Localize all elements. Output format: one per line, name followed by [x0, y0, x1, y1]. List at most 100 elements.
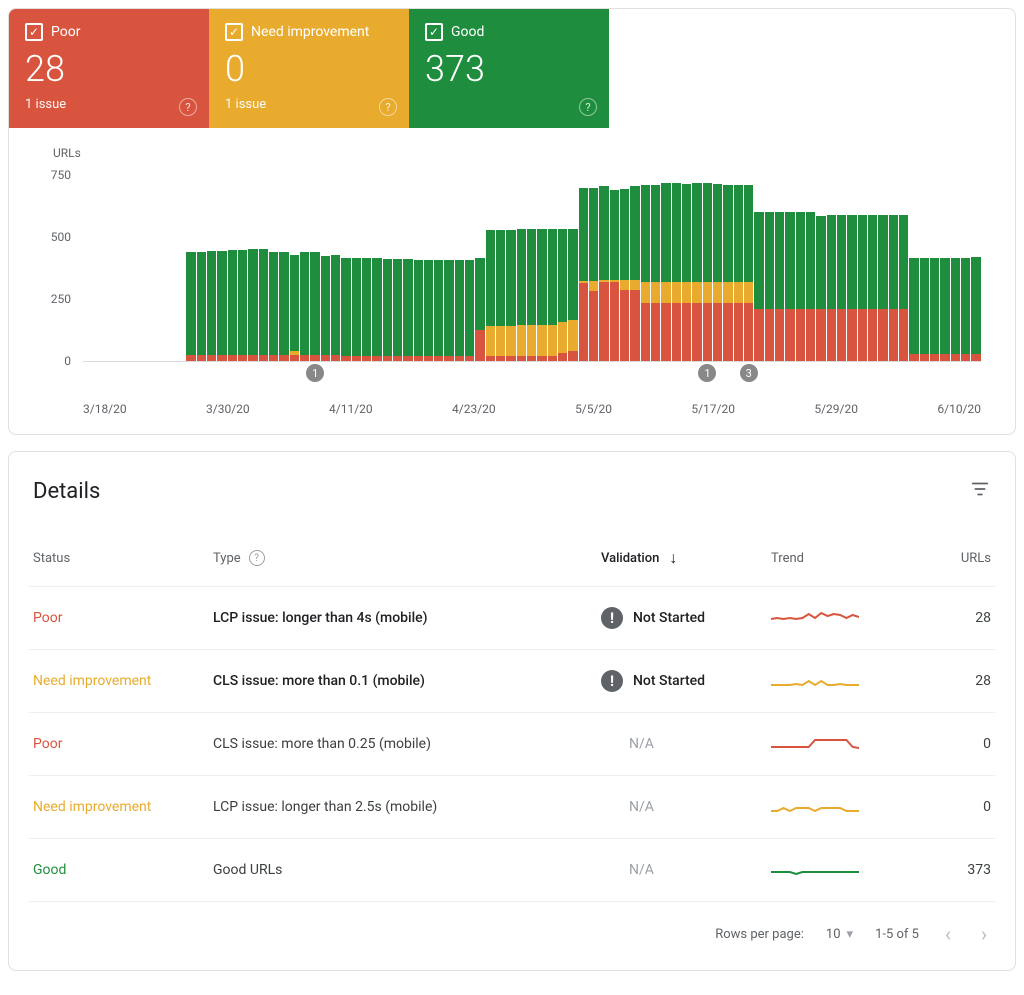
chart-bar[interactable] — [971, 257, 980, 361]
chart-bar[interactable] — [920, 258, 929, 361]
chart-bar[interactable] — [372, 258, 381, 361]
table-row[interactable]: Need improvementCLS issue: more than 0.1… — [29, 650, 995, 713]
chart-bar[interactable] — [940, 258, 949, 361]
chart-bar[interactable] — [951, 258, 960, 361]
chart-bar[interactable] — [899, 215, 908, 361]
chart-bar[interactable] — [847, 215, 856, 361]
chart-bar[interactable] — [279, 252, 288, 361]
chart-bar[interactable] — [723, 185, 732, 361]
chart-bar[interactable] — [414, 260, 423, 361]
checkbox-checked-icon[interactable]: ✓ — [25, 23, 43, 41]
chart-bar[interactable] — [558, 229, 567, 361]
chart-bar[interactable] — [837, 215, 846, 361]
table-row[interactable]: GoodGood URLsN/A373 — [29, 839, 995, 902]
chart-bar[interactable] — [403, 259, 412, 361]
chart-bar[interactable] — [393, 259, 402, 361]
chart-bars[interactable] — [83, 168, 981, 362]
chart-bar[interactable] — [486, 230, 495, 361]
chart-bar[interactable] — [269, 252, 278, 361]
chart-bar[interactable] — [259, 249, 268, 361]
chart-bar[interactable] — [537, 229, 546, 361]
col-header-validation[interactable]: Validation ↓ — [601, 548, 771, 568]
chart-bar[interactable] — [186, 252, 195, 361]
tile-need-improvement[interactable]: ✓ Need improvement 0 1 issue ? — [209, 9, 409, 128]
chart-bar[interactable] — [909, 258, 918, 361]
next-page-button[interactable]: › — [977, 918, 991, 950]
checkbox-checked-icon[interactable]: ✓ — [225, 23, 243, 41]
chart-bar[interactable] — [300, 252, 309, 361]
chart-bar[interactable] — [238, 250, 247, 361]
chart-bar[interactable] — [878, 215, 887, 361]
event-badge[interactable]: 1 — [306, 364, 324, 382]
chart-bar[interactable] — [465, 260, 474, 361]
chart-bar[interactable] — [713, 184, 722, 361]
chart-bar[interactable] — [868, 215, 877, 361]
chart-bar[interactable] — [568, 229, 577, 361]
chart-bar[interactable] — [362, 258, 371, 361]
chart-bar[interactable] — [496, 230, 505, 361]
help-icon[interactable]: ? — [249, 550, 265, 566]
chart-bar[interactable] — [579, 188, 588, 361]
checkbox-checked-icon[interactable]: ✓ — [425, 23, 443, 41]
tile-poor[interactable]: ✓ Poor 28 1 issue ? — [9, 9, 209, 128]
chart-bar[interactable] — [321, 256, 330, 361]
col-header-status[interactable]: Status — [33, 551, 213, 566]
chart-bar[interactable] — [341, 258, 350, 361]
chart-bar[interactable] — [692, 183, 701, 361]
chart-bar[interactable] — [444, 260, 453, 361]
event-badge[interactable]: 3 — [740, 364, 758, 382]
chart-bar[interactable] — [352, 258, 361, 361]
chart-bar[interactable] — [734, 185, 743, 361]
chart-bar[interactable] — [610, 190, 619, 361]
chart-bar[interactable] — [672, 183, 681, 361]
chart-bar[interactable] — [930, 258, 939, 361]
chart-bar[interactable] — [765, 212, 774, 361]
tile-good[interactable]: ✓ Good 373 ? — [409, 9, 609, 128]
chart-bar[interactable] — [806, 212, 815, 361]
chart-bar[interactable] — [197, 252, 206, 361]
chart-bar[interactable] — [889, 215, 898, 361]
chart-bar[interactable] — [641, 185, 650, 361]
chart-bar[interactable] — [548, 229, 557, 361]
chart-bar[interactable] — [290, 255, 299, 361]
chart-bar[interactable] — [383, 259, 392, 361]
chart-bar[interactable] — [434, 260, 443, 361]
chart-bar[interactable] — [816, 216, 825, 361]
chart-bar[interactable] — [651, 185, 660, 361]
chart-bar[interactable] — [517, 229, 526, 361]
table-row[interactable]: Need improvementLCP issue: longer than 2… — [29, 776, 995, 839]
chart-bar[interactable] — [858, 215, 867, 361]
col-header-trend[interactable]: Trend — [771, 551, 911, 566]
chart-bar[interactable] — [796, 212, 805, 361]
filter-icon[interactable] — [969, 478, 991, 504]
help-icon[interactable]: ? — [179, 98, 197, 116]
table-row[interactable]: PoorLCP issue: longer than 4s (mobile)!N… — [29, 587, 995, 650]
chart-bar[interactable] — [961, 258, 970, 361]
chart-bar[interactable] — [248, 249, 257, 361]
chart-bar[interactable] — [744, 185, 753, 361]
chart-bar[interactable] — [506, 230, 515, 361]
col-header-type[interactable]: Type ? — [213, 550, 601, 566]
event-badge[interactable]: 1 — [698, 364, 716, 382]
chart-bar[interactable] — [455, 260, 464, 361]
chart-bar[interactable] — [827, 215, 836, 361]
chart-bar[interactable] — [661, 183, 670, 361]
help-icon[interactable]: ? — [579, 98, 597, 116]
prev-page-button[interactable]: ‹ — [941, 918, 955, 950]
chart-bar[interactable] — [620, 189, 629, 361]
chart-bar[interactable] — [589, 188, 598, 361]
chart-bar[interactable] — [228, 250, 237, 361]
chart-bar[interactable] — [599, 186, 608, 361]
chart-bar[interactable] — [475, 258, 484, 361]
chart-bar[interactable] — [630, 186, 639, 361]
rows-per-page-select[interactable]: 10 ▾ — [826, 927, 853, 942]
chart-bar[interactable] — [682, 184, 691, 361]
chart-bar[interactable] — [527, 229, 536, 361]
help-icon[interactable]: ? — [379, 98, 397, 116]
chart-bar[interactable] — [703, 183, 712, 361]
chart-bar[interactable] — [424, 260, 433, 361]
chart-bar[interactable] — [331, 255, 340, 361]
chart-bar[interactable] — [217, 251, 226, 361]
chart-bar[interactable] — [310, 252, 319, 361]
table-row[interactable]: PoorCLS issue: more than 0.25 (mobile)N/… — [29, 713, 995, 776]
